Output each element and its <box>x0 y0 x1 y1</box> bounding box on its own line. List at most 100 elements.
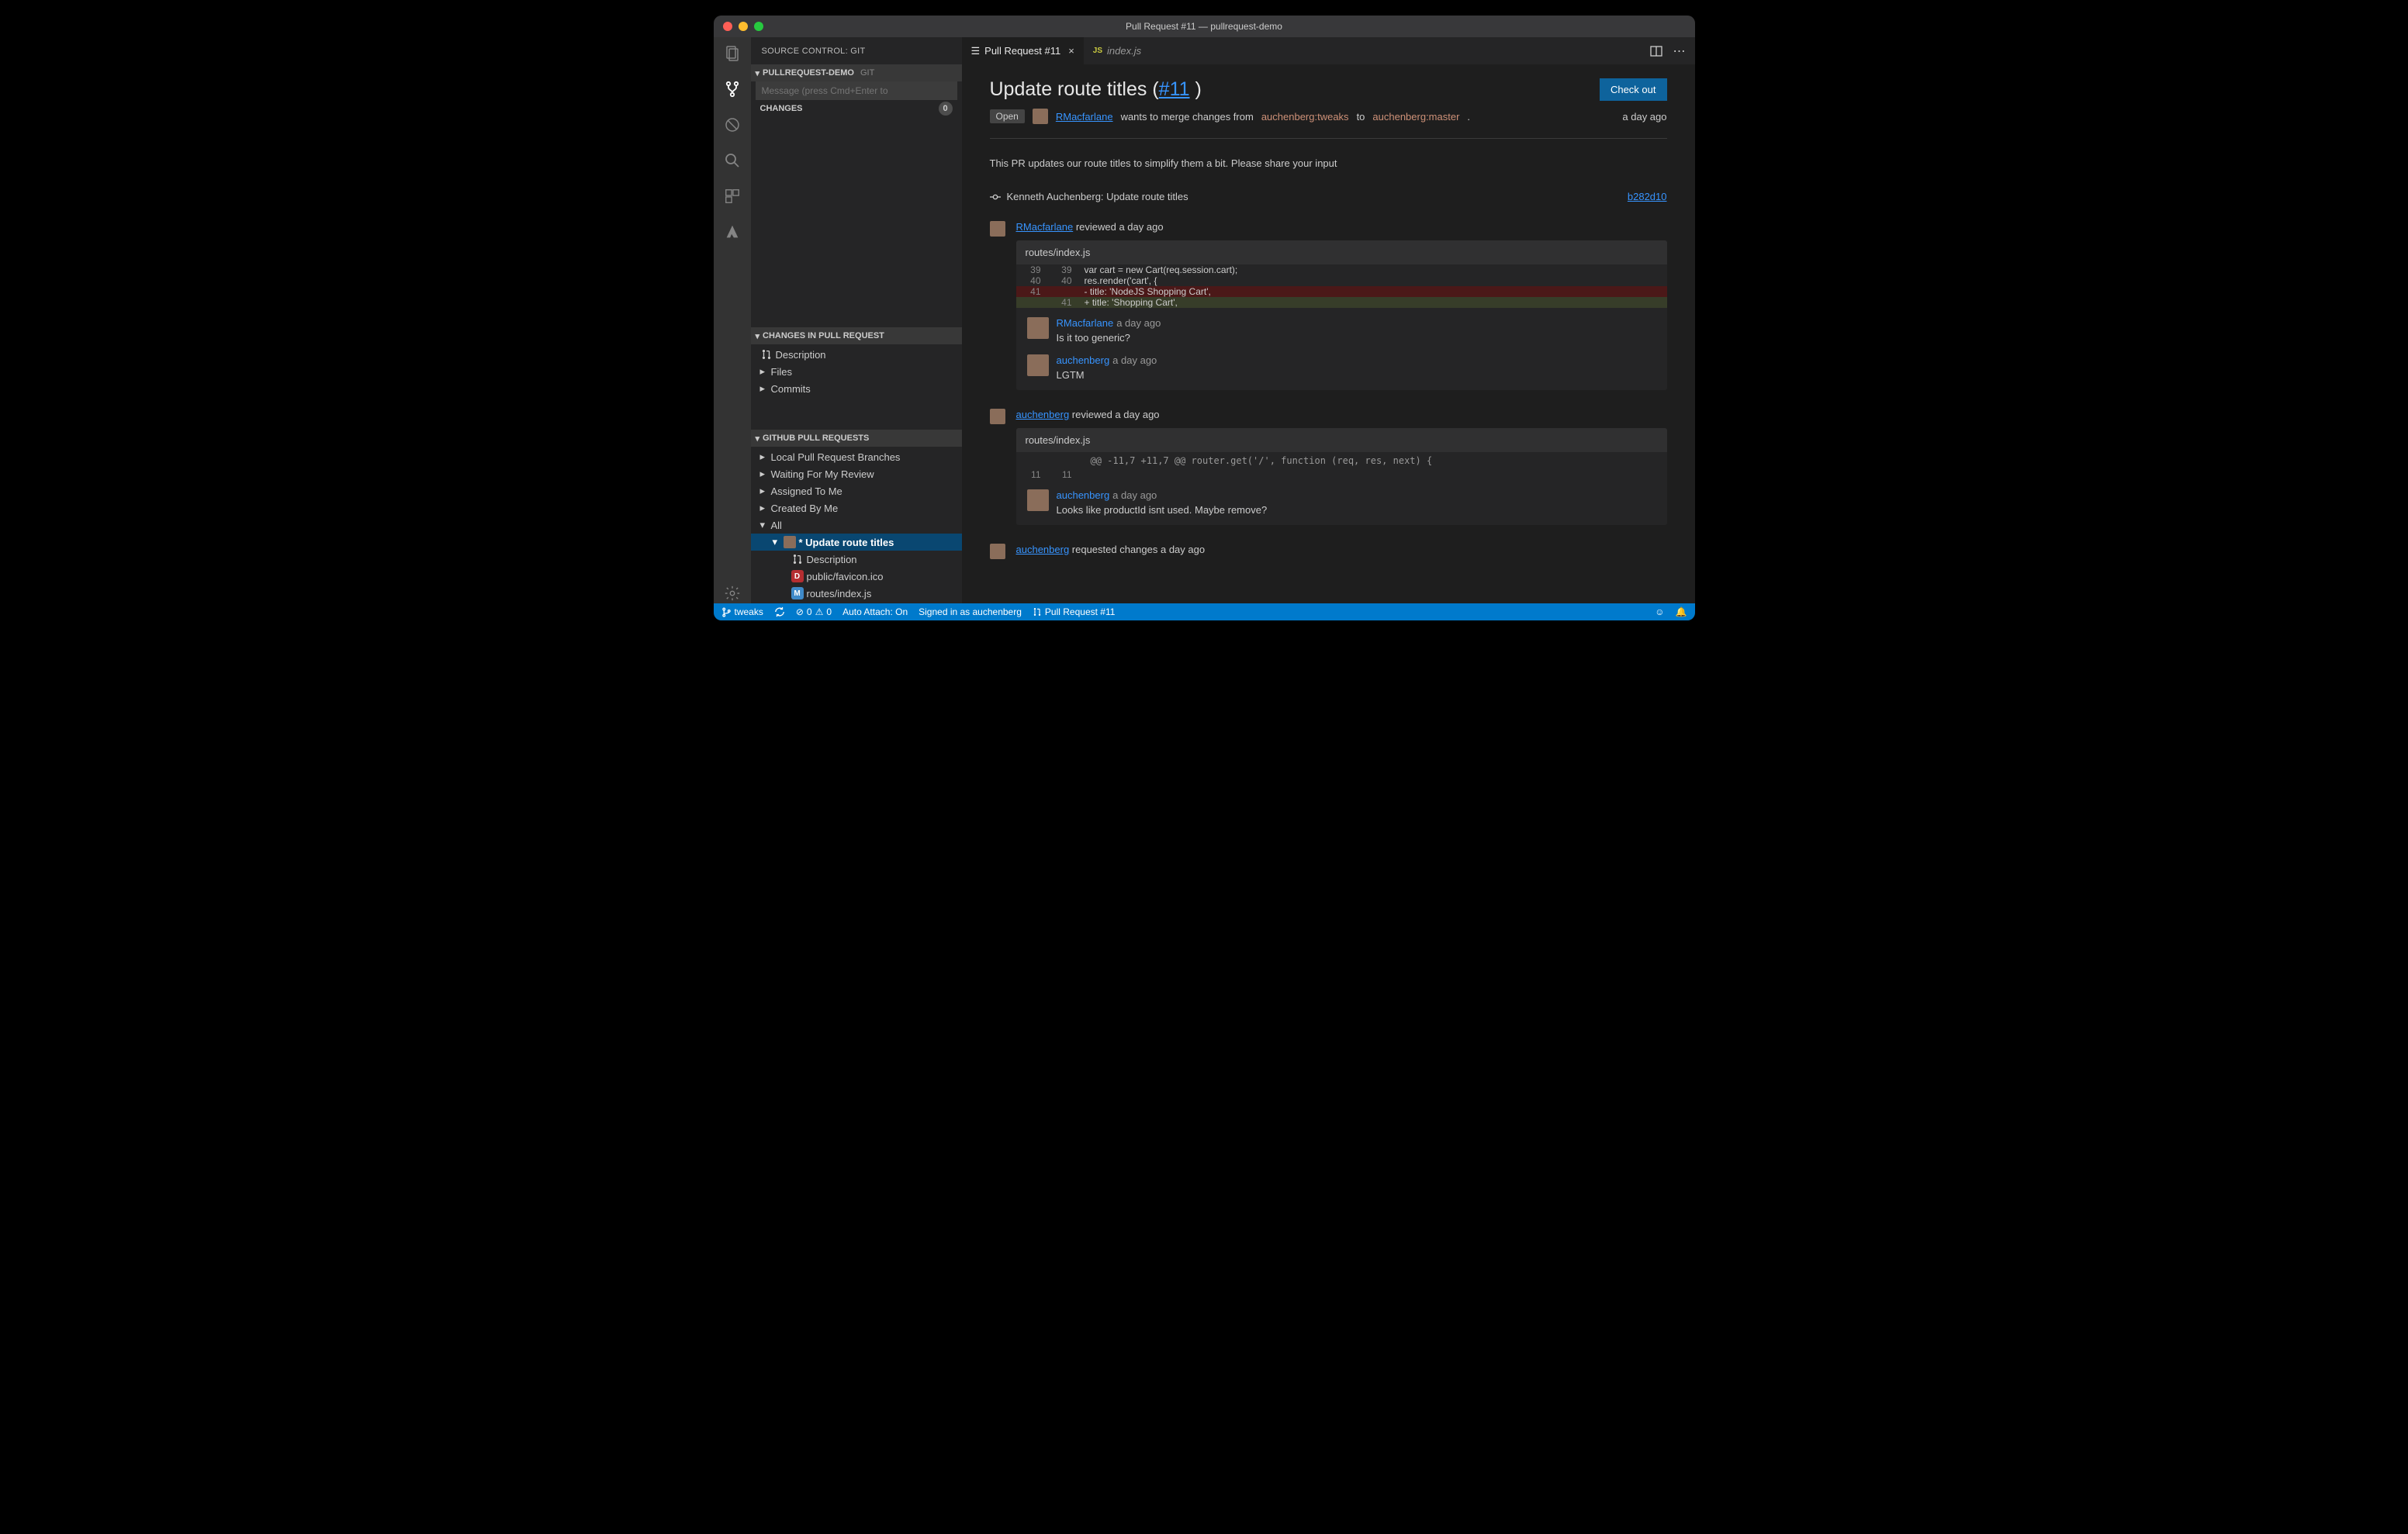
gh-item-all[interactable]: ▾All <box>751 517 962 534</box>
comment-body: LGTM <box>1057 369 1157 381</box>
status-branch[interactable]: tweaks <box>721 606 763 617</box>
pr-meta-row: Open RMacfarlane wants to merge changes … <box>990 109 1667 124</box>
target-branch: auchenberg:master <box>1372 111 1459 123</box>
comment-author[interactable]: auchenberg <box>1057 489 1110 501</box>
gh-item-created[interactable]: ▸Created By Me <box>751 499 962 517</box>
vscode-window: Pull Request #11 — pullrequest-demo SOUR… <box>714 16 1695 620</box>
sidebar: SOURCE CONTROL: GIT ▾ PULLREQUEST-DEMO G… <box>751 37 962 603</box>
notifications-bell-icon[interactable]: 🔔 <box>1676 606 1687 617</box>
repo-section-header[interactable]: ▾ PULLREQUEST-DEMO GIT <box>751 64 962 81</box>
repo-name: PULLREQUEST-DEMO <box>763 68 854 78</box>
warning-icon: ⚠ <box>815 606 824 617</box>
diff-hunk-header: @@ -11,7 +11,7 @@ router.get('/', functi… <box>1016 452 1667 469</box>
pr-item-commits[interactable]: ▸Commits <box>751 380 962 397</box>
avatar-icon <box>990 409 1005 424</box>
repo-kind: GIT <box>860 68 874 78</box>
activity-bar <box>714 37 751 603</box>
gh-item-file-index[interactable]: Mroutes/index.js <box>751 585 962 602</box>
pr-item-files[interactable]: ▸Files <box>751 363 962 380</box>
reviewer-link[interactable]: auchenberg <box>1016 409 1070 420</box>
window-title: Pull Request #11 — pullrequest-demo <box>714 21 1695 32</box>
settings-gear-icon[interactable] <box>722 583 742 603</box>
comment-author[interactable]: auchenberg <box>1057 354 1110 366</box>
chevron-down-icon: ▾ <box>760 519 768 531</box>
comment-body: Is it too generic? <box>1057 332 1161 344</box>
changes-row[interactable]: CHANGES 0 <box>751 100 962 117</box>
chevron-right-icon: ▸ <box>760 485 768 497</box>
feedback-smiley-icon[interactable]: ☺ <box>1655 606 1664 617</box>
review-block-1: RMacfarlane reviewed a day ago routes/in… <box>990 221 1667 390</box>
commit-author: Kenneth Auchenberg: Update route titles <box>1007 191 1188 202</box>
comment-author[interactable]: RMacfarlane <box>1057 317 1114 329</box>
changes-in-pr-header[interactable]: ▾ CHANGES IN PULL REQUEST <box>751 327 962 344</box>
reviewer-link[interactable]: RMacfarlane <box>1016 221 1074 233</box>
review-block-2: auchenberg reviewed a day ago routes/ind… <box>990 409 1667 525</box>
close-tab-icon[interactable]: × <box>1068 45 1074 57</box>
pr-number-link[interactable]: #11 <box>1159 78 1190 100</box>
search-icon[interactable] <box>722 150 742 171</box>
tab-pull-request[interactable]: ☰ Pull Request #11 × <box>962 37 1084 64</box>
diff-file-box: routes/index.js @@ -11,7 +11,7 @@ router… <box>1016 428 1667 525</box>
pr-item-description[interactable]: Description <box>751 346 962 363</box>
avatar-icon <box>1027 354 1049 376</box>
pullrequest-icon <box>791 553 804 565</box>
diff-file-header: routes/index.js <box>1016 240 1667 264</box>
body: SOURCE CONTROL: GIT ▾ PULLREQUEST-DEMO G… <box>714 37 1695 603</box>
gh-item-selected-pr[interactable]: ▾* Update route titles <box>751 534 962 551</box>
sidebar-header: SOURCE CONTROL: GIT <box>751 37 962 64</box>
gh-item-selected-desc[interactable]: Description <box>751 551 962 568</box>
pr-description: This PR updates our route titles to simp… <box>990 157 1667 169</box>
pr-content: Update route titles (#11 ) Check out Ope… <box>962 64 1695 603</box>
more-actions-icon[interactable]: ⋯ <box>1673 43 1686 59</box>
status-bar: tweaks ⊘0⚠0 Auto Attach: On Signed in as… <box>714 603 1695 620</box>
pr-time: a day ago <box>1622 111 1666 123</box>
pullrequest-icon <box>760 348 773 361</box>
pr-author-link[interactable]: RMacfarlane <box>1056 111 1113 123</box>
review-comment: auchenberga day agoLGTM <box>1027 354 1656 381</box>
modified-file-icon: M <box>791 587 804 599</box>
reviewer-link[interactable]: auchenberg <box>1016 544 1070 555</box>
status-problems[interactable]: ⊘0⚠0 <box>796 606 832 617</box>
review-block-3: auchenberg requested changes a day ago <box>990 544 1667 559</box>
titlebar: Pull Request #11 — pullrequest-demo <box>714 16 1695 37</box>
preview-icon: ☰ <box>971 45 981 57</box>
changes-label: CHANGES <box>760 104 803 113</box>
github-pr-tree: ▸Local Pull Request Branches ▸Waiting Fo… <box>751 447 962 603</box>
comment-body: Looks like productId isnt used. Maybe re… <box>1057 504 1268 516</box>
status-autoattach[interactable]: Auto Attach: On <box>842 606 908 617</box>
diff-file-box: routes/index.js 3939 var cart = new Cart… <box>1016 240 1667 390</box>
split-editor-icon[interactable] <box>1650 45 1662 57</box>
commit-message-input[interactable] <box>756 81 957 100</box>
gh-item-file-favicon[interactable]: Dpublic/favicon.ico <box>751 568 962 585</box>
source-branch: auchenberg:tweaks <box>1261 111 1349 123</box>
chevron-down-icon: ▾ <box>756 331 760 341</box>
chevron-down-icon: ▾ <box>773 536 780 548</box>
status-signedin[interactable]: Signed in as auchenberg <box>919 606 1022 617</box>
pr-title: Update route titles (#11 ) <box>990 78 1202 101</box>
js-icon: JS <box>1093 47 1102 55</box>
tab-bar: ☰ Pull Request #11 × JS index.js ⋯ <box>962 37 1695 64</box>
diff-file-header: routes/index.js <box>1016 428 1667 452</box>
status-sync[interactable] <box>774 606 785 617</box>
commit-sha-link[interactable]: b282d10 <box>1628 191 1667 202</box>
scm-icon[interactable] <box>722 79 742 99</box>
commit-icon <box>990 192 1001 202</box>
extensions-icon[interactable] <box>722 186 742 206</box>
chevron-right-icon: ▸ <box>760 365 768 378</box>
gh-item-assigned[interactable]: ▸Assigned To Me <box>751 482 962 499</box>
github-pr-header[interactable]: ▾ GITHUB PULL REQUESTS <box>751 430 962 447</box>
chevron-down-icon: ▾ <box>756 434 760 444</box>
avatar-icon <box>990 221 1005 237</box>
checkout-button[interactable]: Check out <box>1600 78 1667 101</box>
azure-icon[interactable] <box>722 222 742 242</box>
chevron-right-icon: ▸ <box>760 502 768 514</box>
explorer-icon[interactable] <box>722 43 742 64</box>
gh-item-waiting[interactable]: ▸Waiting For My Review <box>751 465 962 482</box>
avatar-icon <box>1033 109 1048 124</box>
gh-item-local[interactable]: ▸Local Pull Request Branches <box>751 448 962 465</box>
debug-icon[interactable] <box>722 115 742 135</box>
review-comment: auchenberga day agoLooks like productId … <box>1027 489 1656 516</box>
status-pr[interactable]: Pull Request #11 <box>1033 606 1116 617</box>
chevron-down-icon: ▾ <box>756 68 760 78</box>
tab-indexjs[interactable]: JS index.js <box>1084 37 1150 64</box>
